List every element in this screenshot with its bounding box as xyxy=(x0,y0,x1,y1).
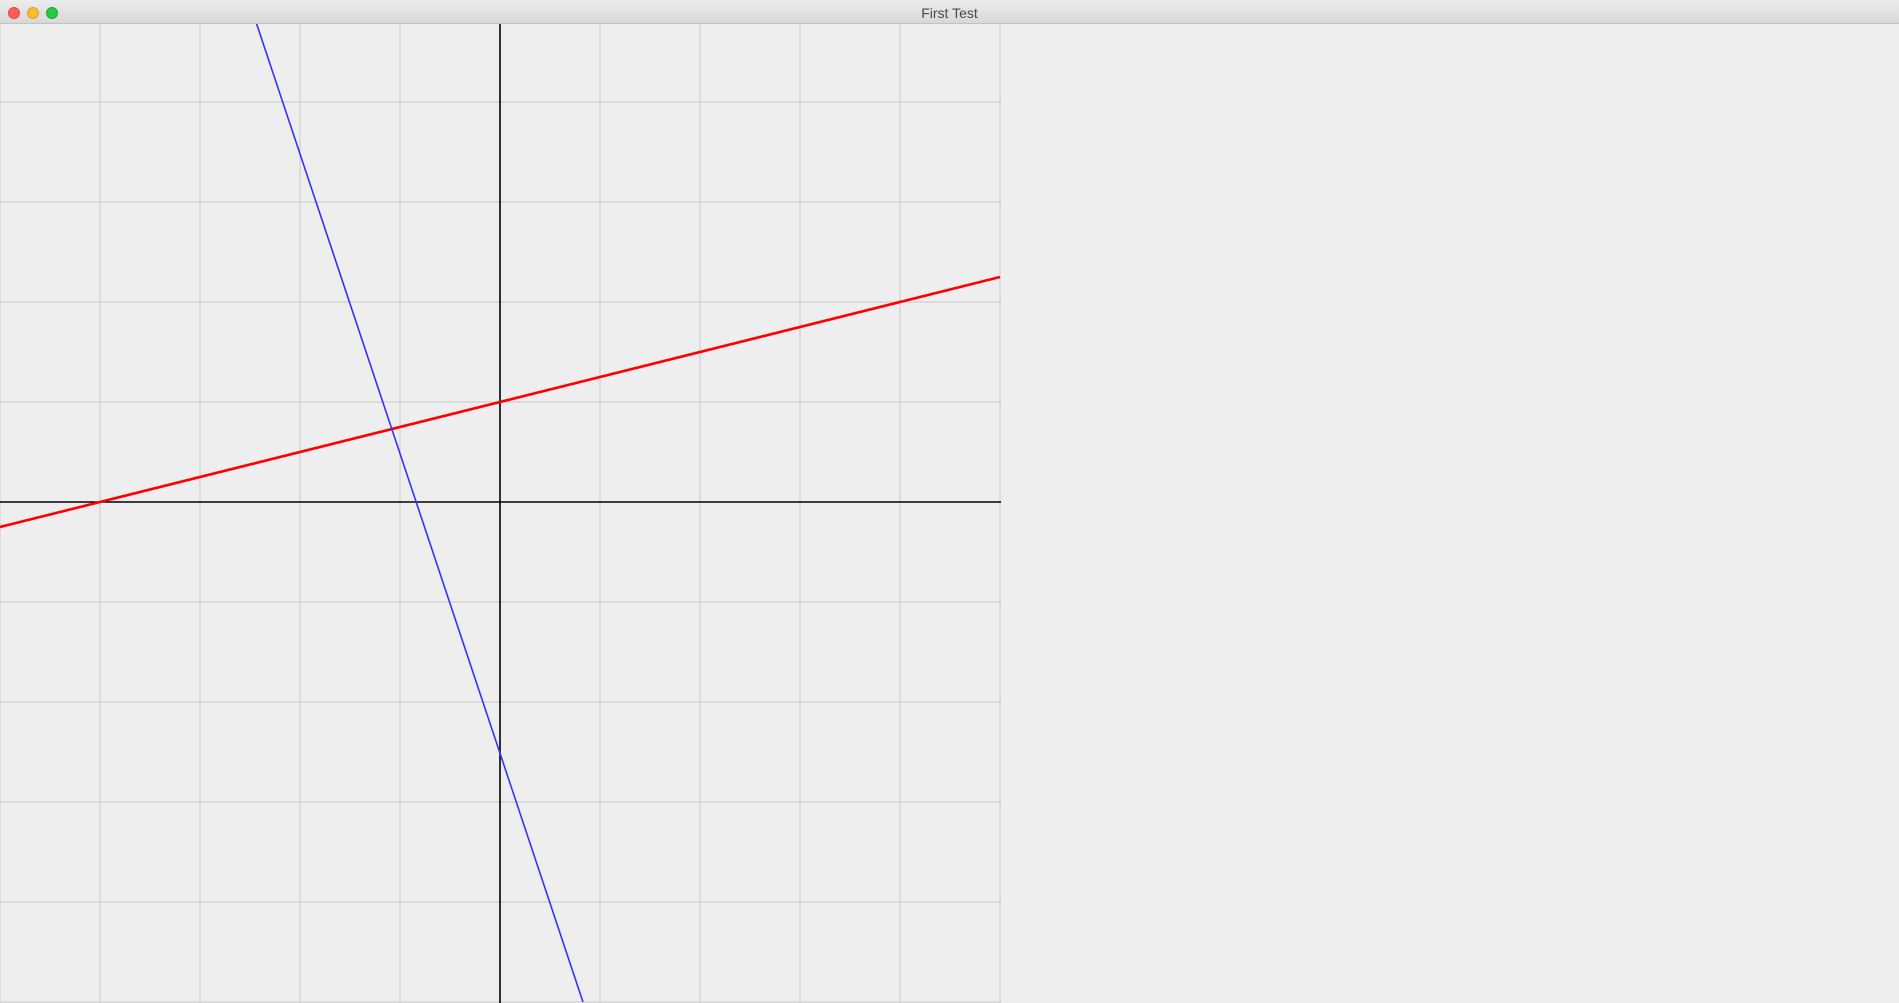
blue-line-series xyxy=(255,24,584,1003)
title-bar[interactable]: First Test xyxy=(0,0,1899,24)
window-title: First Test xyxy=(921,5,978,21)
plot-canvas xyxy=(0,24,1001,1003)
graph-plot xyxy=(0,24,1001,1003)
app-window: First Test xyxy=(0,0,1899,1003)
